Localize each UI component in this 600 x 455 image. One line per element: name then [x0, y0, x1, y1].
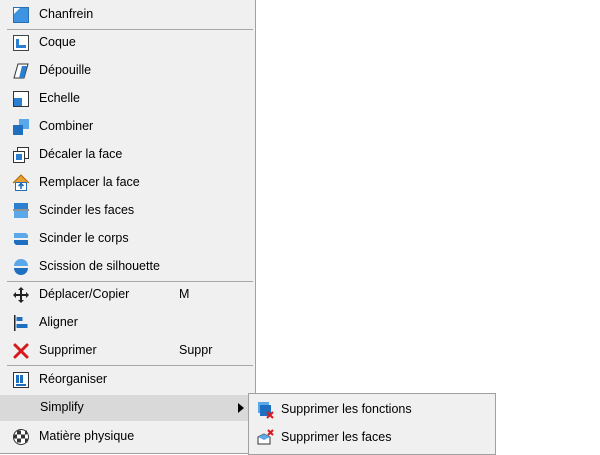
remove-features-icon — [256, 401, 274, 419]
menu-item-reorganiser[interactable]: Réorganiser — [0, 367, 254, 393]
menu-item-label: Simplify — [40, 400, 84, 414]
menu-item-label: Réorganiser — [39, 372, 108, 386]
move-copy-icon — [12, 286, 30, 304]
combine-icon — [12, 118, 30, 136]
shortcut-text: Suppr — [179, 343, 213, 357]
menu-item-chanfrein[interactable]: Chanfrein — [0, 2, 254, 28]
menu-item-label: Chanfrein — [39, 7, 94, 21]
menu-item-scinder-les-faces[interactable]: Scinder les faces — [0, 198, 254, 224]
menu-item-scinder-le-corps[interactable]: Scinder le corps — [0, 226, 254, 252]
replace-face-icon — [12, 174, 30, 192]
menu-item-decaler-la-face[interactable]: Décaler la face — [0, 142, 254, 168]
rearrange-icon — [12, 371, 30, 389]
menu-item-simplify[interactable]: Simplify — [0, 395, 254, 421]
menu-item-aligner[interactable]: Aligner — [0, 310, 254, 336]
silhouette-split-icon — [12, 258, 30, 276]
submenu-item-supprimer-les-fonctions[interactable]: Supprimer les fonctions — [249, 397, 495, 423]
offset-face-icon — [12, 146, 30, 164]
menu-item-label: Matière physique — [39, 429, 135, 443]
menu-item-echelle[interactable]: Echelle — [0, 86, 254, 112]
menu-item-label: Scinder le corps — [39, 231, 129, 245]
submenu-arrow-icon — [238, 403, 244, 413]
split-faces-icon — [12, 202, 30, 220]
physical-material-icon — [12, 428, 30, 446]
menu-item-supprimer[interactable]: Supprimer Suppr — [0, 338, 254, 364]
draft-icon — [12, 62, 30, 80]
menu-item-scission-de-silhouette[interactable]: Scission de silhouette — [0, 254, 254, 280]
menu-separator — [7, 365, 253, 366]
menu-item-label: Supprimer — [39, 343, 97, 357]
align-icon — [12, 314, 30, 332]
menu-item-label: Déplacer/Copier — [39, 287, 130, 301]
submenu-item-label: Supprimer les fonctions — [281, 402, 412, 416]
menu-item-label: Echelle — [39, 91, 80, 105]
submenu-item-label: Supprimer les faces — [281, 430, 392, 444]
menu-item-coque[interactable]: Coque — [0, 30, 254, 56]
menu-item-label: Aligner — [39, 315, 78, 329]
menu-item-remplacer-la-face[interactable]: Remplacer la face — [0, 170, 254, 196]
menu-item-label: Coque — [39, 35, 76, 49]
menu-item-label: Scission de silhouette — [39, 259, 160, 273]
menu-item-depouille[interactable]: Dépouille — [0, 58, 254, 84]
menu-item-deplacer-copier[interactable]: Déplacer/Copier M — [0, 282, 254, 308]
shortcut-text: M — [179, 287, 190, 301]
menu-item-label: Scinder les faces — [39, 203, 135, 217]
menu-item-label: Dépouille — [39, 63, 92, 77]
chamfer-icon — [12, 6, 30, 24]
menu-item-label: Remplacer la face — [39, 175, 140, 189]
simplify-submenu: Supprimer les fonctions Supprimer les fa… — [248, 393, 496, 455]
context-menu: Chanfrein Coque Dépouille Echelle Combin… — [0, 0, 256, 454]
menu-item-label: Décaler la face — [39, 147, 123, 161]
remove-faces-icon — [256, 429, 274, 447]
shell-icon — [12, 34, 30, 52]
menu-item-label: Combiner — [39, 119, 94, 133]
split-body-icon — [12, 230, 30, 248]
menu-item-combiner[interactable]: Combiner — [0, 114, 254, 140]
delete-icon — [12, 342, 30, 360]
scale-icon — [12, 90, 30, 108]
submenu-item-supprimer-les-faces[interactable]: Supprimer les faces — [249, 425, 495, 451]
menu-item-matiere-physique[interactable]: Matière physique — [0, 424, 254, 450]
